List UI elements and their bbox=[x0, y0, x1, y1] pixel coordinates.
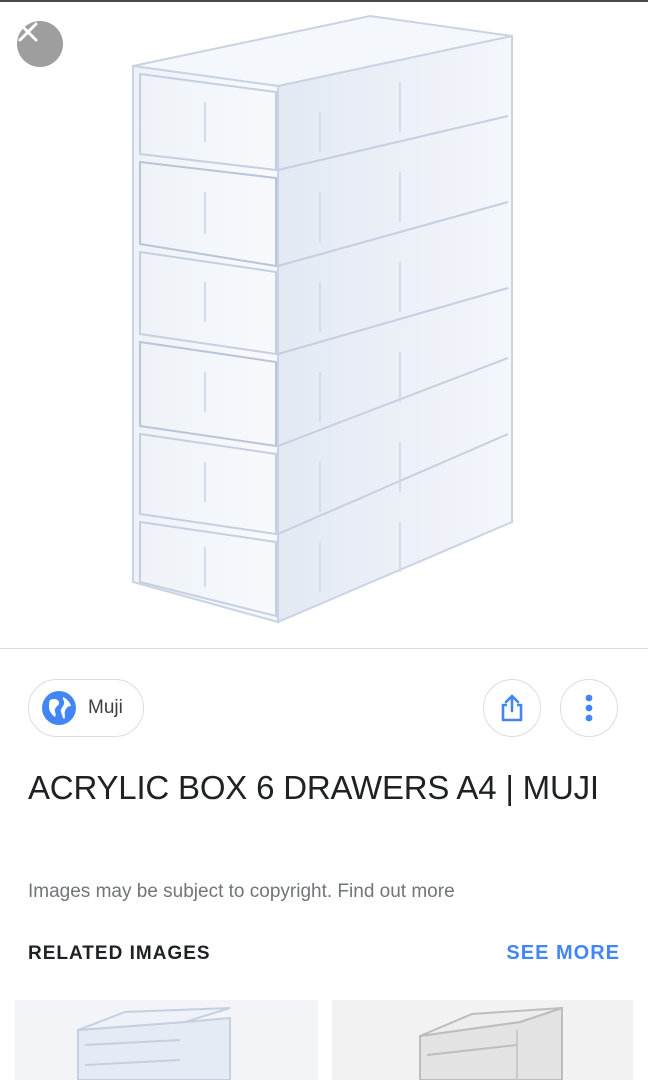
image-title[interactable]: ACRYLIC BOX 6 DRAWERS A4 | MUJI bbox=[28, 762, 608, 814]
globe-icon bbox=[42, 691, 76, 725]
related-images-header: RELATED IMAGES bbox=[28, 943, 211, 964]
source-name: Muji bbox=[88, 697, 123, 718]
see-more-link[interactable]: SEE MORE bbox=[506, 942, 620, 965]
related-image-1 bbox=[15, 1000, 318, 1080]
close-button[interactable] bbox=[17, 21, 63, 67]
copyright-notice[interactable]: Images may be subject to copyright. Find… bbox=[28, 881, 455, 903]
source-chip[interactable]: Muji bbox=[28, 679, 144, 737]
share-button[interactable] bbox=[483, 679, 541, 737]
acrylic-drawer-image bbox=[132, 14, 513, 624]
main-image[interactable] bbox=[0, 2, 648, 648]
more-options-button[interactable] bbox=[560, 679, 618, 737]
divider bbox=[0, 648, 648, 649]
more-vertical-icon bbox=[585, 694, 593, 722]
close-icon bbox=[18, 22, 38, 42]
related-image-2 bbox=[332, 1000, 633, 1080]
related-thumbnail[interactable] bbox=[332, 1000, 633, 1080]
related-thumbnail[interactable] bbox=[15, 1000, 318, 1080]
share-icon bbox=[501, 694, 523, 722]
